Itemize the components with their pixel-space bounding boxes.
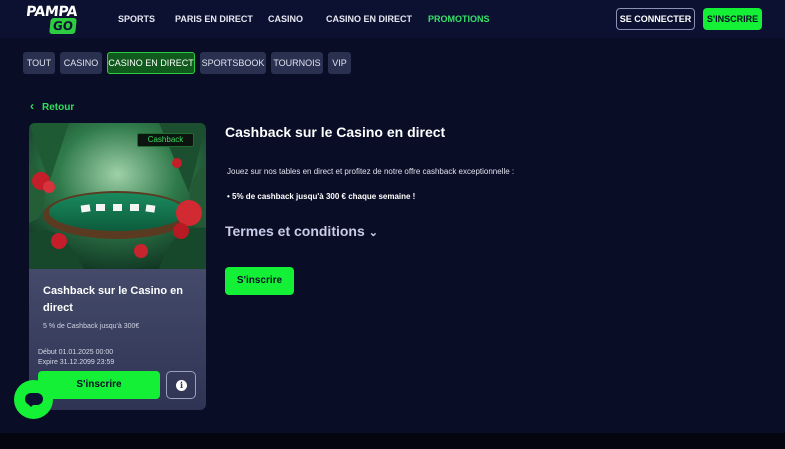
pampa-go-logo[interactable]: PAMPA GO bbox=[25, 4, 78, 34]
chevron-down-icon: ⌄ bbox=[368, 227, 378, 239]
tab-tout[interactable]: TOUT bbox=[23, 52, 55, 74]
nav-casino[interactable]: CASINO bbox=[268, 0, 303, 38]
card-expire-date: Expire 31.12.2099 23:59 bbox=[38, 359, 115, 366]
tab-sportsbook[interactable]: SPORTSBOOK bbox=[200, 52, 266, 74]
cashback-badge: Cashback bbox=[137, 133, 194, 147]
tab-casino-en-direct[interactable]: CASINO EN DIRECT bbox=[107, 52, 195, 74]
logo-badge: GO bbox=[49, 18, 77, 34]
back-label: Retour bbox=[42, 102, 75, 113]
info-icon: i bbox=[176, 380, 187, 391]
nav-paris-en-direct[interactable]: PARIS EN DIRECT bbox=[175, 0, 253, 38]
back-link[interactable]: ‹ Retour bbox=[30, 99, 74, 113]
promo-description: Jouez sur nos tables en direct et profit… bbox=[227, 167, 515, 176]
nav-promotions[interactable]: PROMOTIONS bbox=[428, 0, 490, 38]
chat-button[interactable] bbox=[14, 380, 53, 419]
tab-vip[interactable]: VIP bbox=[328, 52, 351, 74]
signup-button[interactable]: S'INSCRIRE bbox=[703, 8, 762, 30]
tab-tournois[interactable]: TOURNOIS bbox=[271, 52, 323, 74]
promo-card[interactable]: Cashback Cashback sur le Casino en direc… bbox=[29, 123, 206, 410]
terms-toggle[interactable]: Termes et conditions ⌄ bbox=[225, 223, 378, 239]
top-navbar: PAMPA GO SPORTS PARIS EN DIRECT CASINO C… bbox=[0, 0, 785, 38]
promo-title: Cashback sur le Casino en direct bbox=[225, 124, 446, 140]
card-body: Cashback sur le Casino en direct 5 % de … bbox=[29, 269, 206, 410]
login-button[interactable]: SE CONNECTER bbox=[616, 8, 695, 30]
promo-bullet: • 5% de cashback jusqu'à 300 € chaque se… bbox=[227, 192, 416, 201]
card-signup-button[interactable]: S'inscrire bbox=[38, 371, 160, 399]
footer-bar bbox=[0, 433, 785, 449]
info-button[interactable]: i bbox=[166, 371, 196, 399]
card-title: Cashback sur le Casino en direct bbox=[43, 285, 183, 314]
nav-sports[interactable]: SPORTS bbox=[118, 0, 155, 38]
card-start-date: Début 01.01.2025 00:00 bbox=[38, 349, 114, 356]
card-subtitle: 5 % de Cashback jusqu'à 300€ bbox=[43, 323, 140, 330]
terms-label: Termes et conditions bbox=[225, 223, 365, 239]
nav-casino-en-direct[interactable]: CASINO EN DIRECT bbox=[326, 0, 412, 38]
chat-icon-tail bbox=[27, 403, 35, 407]
promo-signup-button[interactable]: S'inscrire bbox=[225, 267, 294, 295]
chevron-left-icon: ‹ bbox=[30, 99, 34, 113]
tab-casino[interactable]: CASINO bbox=[60, 52, 102, 74]
